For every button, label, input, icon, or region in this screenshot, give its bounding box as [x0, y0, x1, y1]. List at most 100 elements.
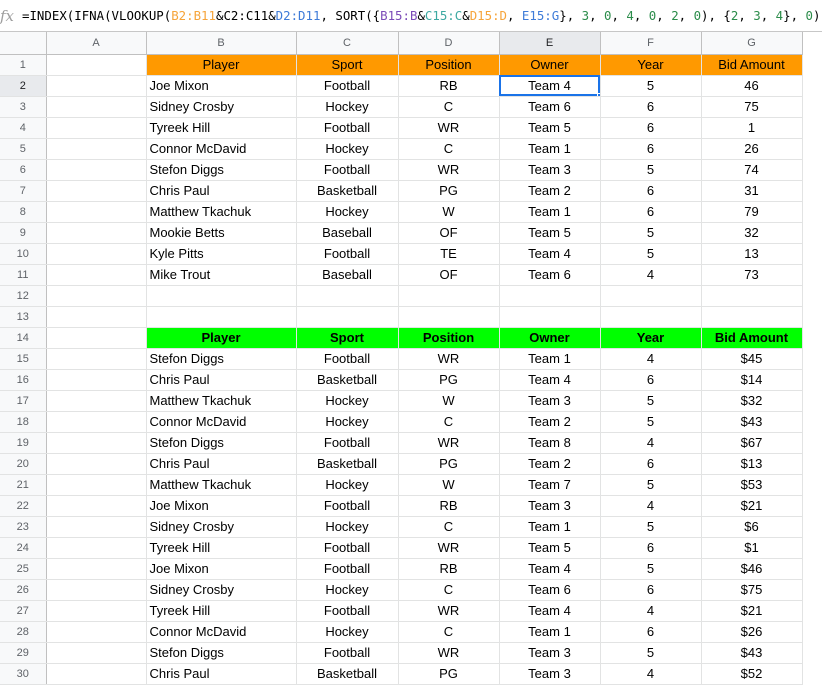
cell-a[interactable]	[46, 495, 147, 517]
cell-year[interactable]: 4	[600, 264, 702, 286]
cell-sport[interactable]: Basketball	[296, 453, 399, 475]
cell-position[interactable]: RB	[398, 558, 500, 580]
cell-owner[interactable]: Owner	[499, 54, 601, 76]
cell-player[interactable]: Sidney Crosby	[146, 96, 297, 118]
cell-player[interactable]: Tyreek Hill	[146, 600, 297, 622]
cell-year[interactable]: 5	[600, 75, 702, 97]
cell-a[interactable]	[46, 180, 147, 202]
row-header[interactable]: 10	[0, 243, 47, 265]
row-header[interactable]: 21	[0, 474, 47, 496]
formula-bar[interactable]: fx =INDEX(IFNA(VLOOKUP(B2:B11&C2:C11&D2:…	[0, 0, 822, 32]
cell-year[interactable]: 4	[600, 663, 702, 685]
row-header[interactable]: 15	[0, 348, 47, 370]
cell-player[interactable]: Connor McDavid	[146, 138, 297, 160]
cell-sport[interactable]: Hockey	[296, 390, 399, 412]
cell-bid-amount[interactable]: $53	[701, 474, 803, 496]
column-header-g[interactable]: G	[701, 32, 803, 55]
cell-player[interactable]: Connor McDavid	[146, 621, 297, 643]
cell-bid-amount[interactable]: 13	[701, 243, 803, 265]
cell-owner[interactable]: Team 6	[499, 264, 601, 286]
row-header[interactable]: 22	[0, 495, 47, 517]
cell-sport[interactable]: Baseball	[296, 222, 399, 244]
cell-year[interactable]	[600, 285, 702, 307]
cell-bid-amount[interactable]: Bid Amount	[701, 54, 803, 76]
cell-year[interactable]: 4	[600, 432, 702, 454]
cell-owner[interactable]: Team 8	[499, 432, 601, 454]
cell-player[interactable]: Mike Trout	[146, 264, 297, 286]
row-header[interactable]: 12	[0, 285, 47, 307]
cell-player[interactable]	[146, 285, 297, 307]
cell-bid-amount[interactable]: $13	[701, 453, 803, 475]
cell-a[interactable]	[46, 159, 147, 181]
cell-bid-amount[interactable]: $21	[701, 600, 803, 622]
cell-a[interactable]	[46, 621, 147, 643]
cell-owner[interactable]	[499, 285, 601, 307]
cell-year[interactable]: 4	[600, 495, 702, 517]
cell-position[interactable]: PG	[398, 369, 500, 391]
cell-player[interactable]: Matthew Tkachuk	[146, 201, 297, 223]
cell-bid-amount[interactable]: $43	[701, 411, 803, 433]
cell-sport[interactable]: Sport	[296, 54, 399, 76]
cell-position[interactable]: C	[398, 579, 500, 601]
cell-position[interactable]: C	[398, 516, 500, 538]
row-header[interactable]: 5	[0, 138, 47, 160]
cell-year[interactable]: 5	[600, 390, 702, 412]
cell-year[interactable]: 6	[600, 138, 702, 160]
row-header[interactable]: 14	[0, 327, 47, 349]
cell-sport[interactable]: Football	[296, 558, 399, 580]
cell-position[interactable]: W	[398, 201, 500, 223]
cell-player[interactable]: Kyle Pitts	[146, 243, 297, 265]
row-header[interactable]: 18	[0, 411, 47, 433]
cell-year[interactable]: 5	[600, 642, 702, 664]
cell-player[interactable]: Joe Mixon	[146, 558, 297, 580]
cell-a[interactable]	[46, 369, 147, 391]
row-header[interactable]: 7	[0, 180, 47, 202]
cell-bid-amount[interactable]: 26	[701, 138, 803, 160]
cell-position[interactable]: PG	[398, 180, 500, 202]
cell-player[interactable]: Stefon Diggs	[146, 642, 297, 664]
cell-owner[interactable]: Team 4	[499, 558, 601, 580]
row-header[interactable]: 25	[0, 558, 47, 580]
cell-owner[interactable]: Team 6	[499, 579, 601, 601]
cell-a[interactable]	[46, 558, 147, 580]
cell-position[interactable]: WR	[398, 159, 500, 181]
cell-year[interactable]: 6	[600, 537, 702, 559]
column-header-b[interactable]: B	[146, 32, 297, 55]
cell-bid-amount[interactable]: $45	[701, 348, 803, 370]
cell-year[interactable]: 6	[600, 180, 702, 202]
cell-position[interactable]: WR	[398, 642, 500, 664]
cell-year[interactable]: 6	[600, 96, 702, 118]
cell-position[interactable]: WR	[398, 348, 500, 370]
cell-year[interactable]: 5	[600, 222, 702, 244]
cell-year[interactable]: 5	[600, 411, 702, 433]
cell-player[interactable]: Player	[146, 54, 297, 76]
cell-owner[interactable]: Team 1	[499, 348, 601, 370]
row-header[interactable]: 6	[0, 159, 47, 181]
cell-sport[interactable]: Football	[296, 348, 399, 370]
cell-bid-amount[interactable]: $6	[701, 516, 803, 538]
cell-sport[interactable]: Football	[296, 117, 399, 139]
cell-position[interactable]: C	[398, 138, 500, 160]
cell-owner[interactable]	[499, 306, 601, 328]
cell-position[interactable]: W	[398, 474, 500, 496]
cell-year[interactable]: 5	[600, 159, 702, 181]
cell-player[interactable]: Player	[146, 327, 297, 349]
row-header[interactable]: 29	[0, 642, 47, 664]
cell-a[interactable]	[46, 117, 147, 139]
cell-owner[interactable]: Team 3	[499, 495, 601, 517]
cell-bid-amount[interactable]	[701, 285, 803, 307]
cell-owner[interactable]: Team 5	[499, 537, 601, 559]
select-all-corner[interactable]	[0, 32, 47, 55]
row-header[interactable]: 8	[0, 201, 47, 223]
cell-owner[interactable]: Team 5	[499, 117, 601, 139]
cell-player[interactable]: Matthew Tkachuk	[146, 390, 297, 412]
cell-bid-amount[interactable]: $26	[701, 621, 803, 643]
cell-year[interactable]: 6	[600, 621, 702, 643]
cell-bid-amount[interactable]: $75	[701, 579, 803, 601]
cell-year[interactable]: Year	[600, 327, 702, 349]
cell-player[interactable]: Mookie Betts	[146, 222, 297, 244]
cell-owner[interactable]: Team 5	[499, 222, 601, 244]
cell-year[interactable]: 6	[600, 117, 702, 139]
cell-bid-amount[interactable]: $46	[701, 558, 803, 580]
cell-sport[interactable]	[296, 306, 399, 328]
